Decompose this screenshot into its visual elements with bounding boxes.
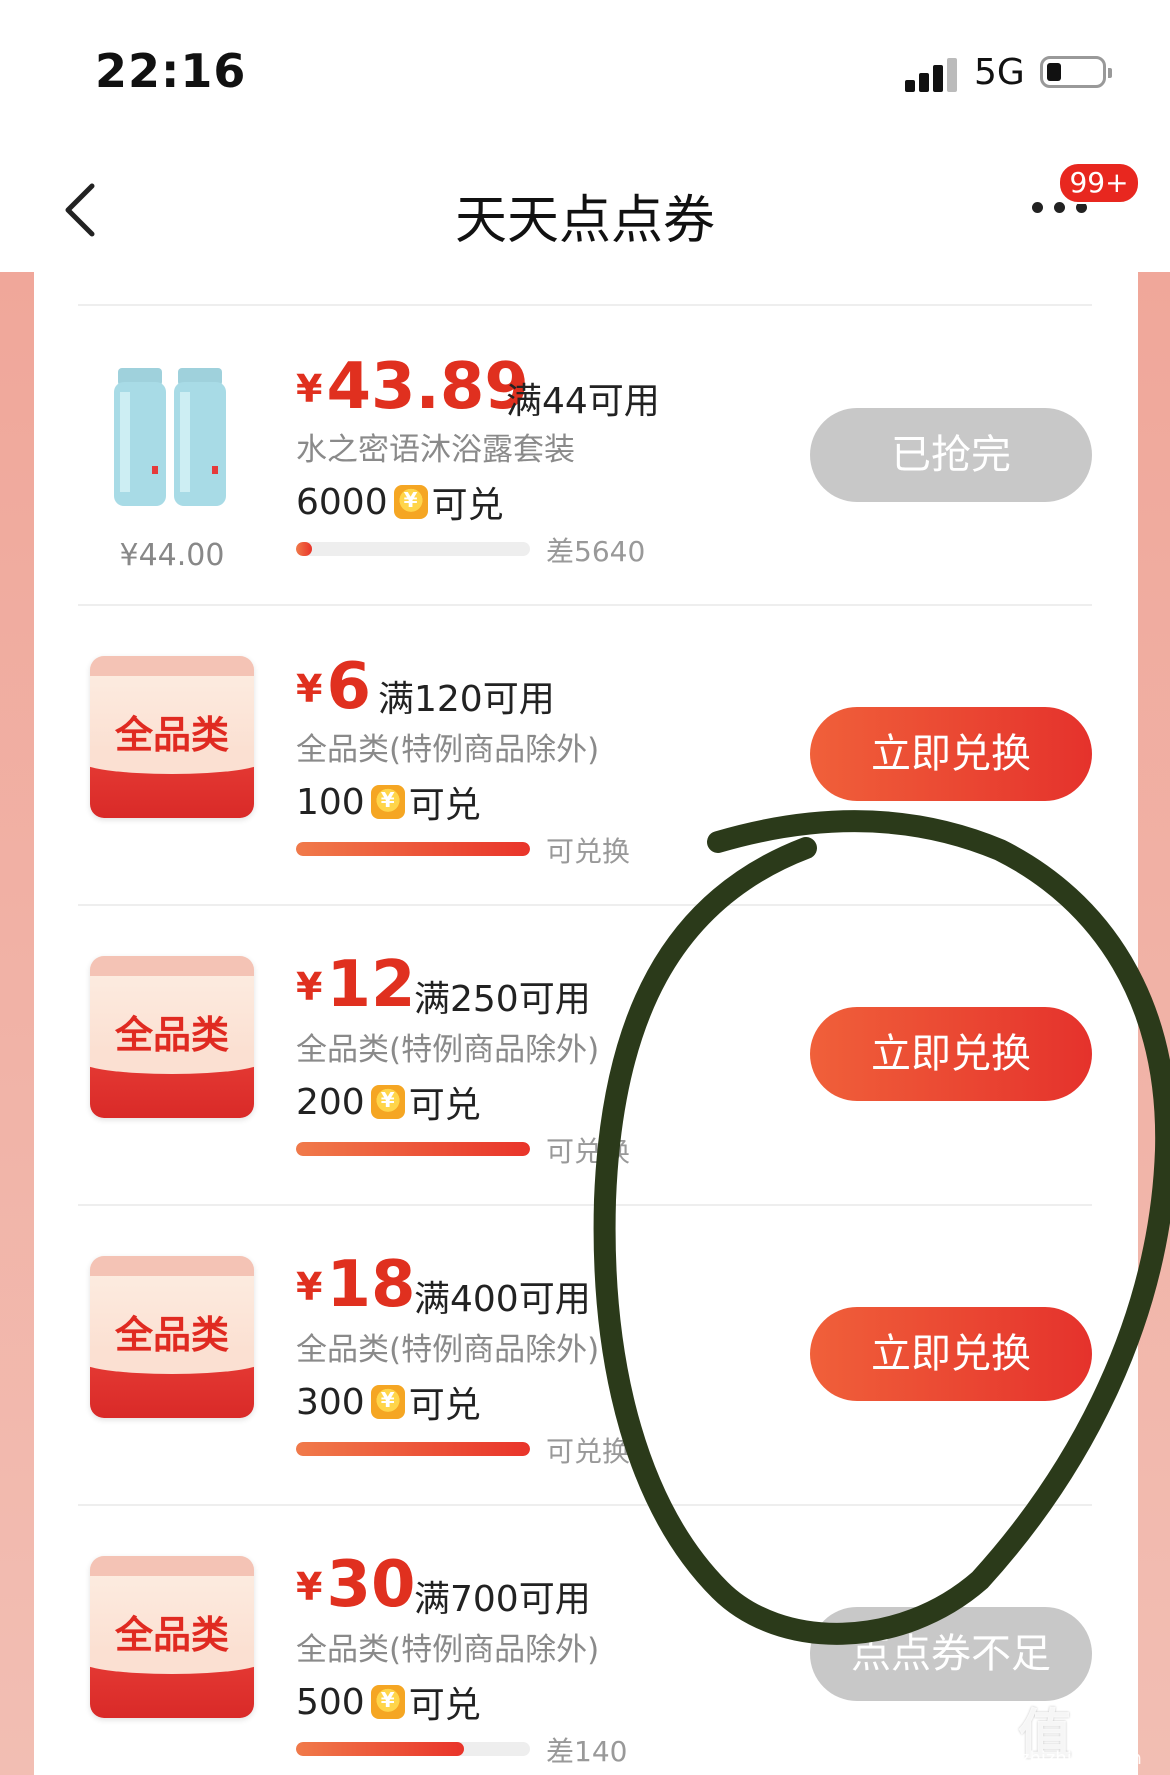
nav-bar: 天天点点券 99+ [0, 140, 1170, 272]
exchange-cost: 500可兑 [296, 1676, 481, 1728]
coin-icon [370, 1085, 405, 1119]
coupon-price: ¥43.89 [296, 350, 529, 424]
coupon-category-icon: 全品类 [90, 956, 254, 1118]
sold-out-button[interactable]: 已抢完 [810, 408, 1092, 502]
status-bar: 22:16 5G [0, 0, 1170, 140]
exchange-now-button[interactable]: 立即兑换 [810, 1007, 1092, 1101]
coupon-threshold: 满700可用 [414, 1579, 591, 1620]
coupon-price: ¥30 [296, 1548, 416, 1622]
exchange-now-button[interactable]: 立即兑换 [810, 1307, 1092, 1401]
original-price: ¥44.00 [119, 538, 225, 573]
coupon-subtitle: 全品类(特例商品除外) [296, 1032, 600, 1068]
progress-text: 差140 [546, 1735, 628, 1768]
coupon-category-icon: 全品类 [90, 656, 254, 818]
coin-icon [393, 485, 428, 519]
progress-bar [296, 542, 530, 556]
page-title: 天天点点券 [454, 191, 715, 251]
progress-text: 差5640 [546, 535, 646, 568]
exchange-cost: 6000可兑 [296, 476, 504, 528]
progress-bar [296, 1442, 530, 1456]
progress-text: 可兑换 [546, 1135, 631, 1168]
exchange-cost: 300可兑 [296, 1376, 481, 1428]
coupon-price: ¥12 [296, 948, 416, 1022]
notification-badge: 99+ [1058, 162, 1140, 204]
progress-text: 可兑换 [546, 835, 631, 868]
coupon-threshold: 满250可用 [414, 979, 591, 1020]
coupon-category-icon: 全品类 [90, 1556, 254, 1718]
coupon-category-icon: 全品类 [90, 1256, 254, 1418]
progress-bar [296, 1742, 530, 1756]
list-item-coupon: 全品类 ¥6 满120可用 全品类(特例商品除外) 100可兑 可兑换 立即兑换 [0, 606, 1170, 904]
coupon-threshold: 满120可用 [378, 679, 555, 720]
signal-icon [905, 56, 959, 92]
coupon-subtitle: 全品类(特例商品除外) [296, 732, 600, 768]
exchange-now-button[interactable]: 立即兑换 [810, 707, 1092, 801]
coupon-subtitle: 全品类(特例商品除外) [296, 1332, 600, 1368]
list-item-product: ¥44.00 ¥43.89 满44可用 水之密语沐浴露套装 6000可兑 差56… [0, 306, 1170, 604]
status-time: 22:16 [95, 44, 247, 98]
insufficient-points-button[interactable]: 点点券不足 [810, 1607, 1092, 1701]
list-item-coupon: 全品类 ¥18 满400可用 全品类(特例商品除外) 300可兑 可兑换 立即兑… [0, 1206, 1170, 1504]
progress-text: 可兑换 [546, 1435, 631, 1468]
network-label: 5G [974, 52, 1025, 93]
progress-bar [296, 1142, 530, 1156]
list-item-coupon: 全品类 ¥12 满250可用 全品类(特例商品除外) 200可兑 可兑换 立即兑… [0, 906, 1170, 1204]
progress-bar [296, 842, 530, 856]
watermark-site: zhizhizhi.com [1020, 1748, 1142, 1769]
product-image[interactable] [90, 346, 254, 508]
coupon-subtitle: 全品类(特例商品除外) [296, 1632, 600, 1668]
coupon-subtitle: 水之密语沐浴露套装 [296, 432, 575, 468]
coin-icon [370, 1385, 405, 1419]
battery-icon [1040, 56, 1112, 88]
coupon-price: ¥6 [296, 650, 371, 724]
exchange-cost: 100可兑 [296, 776, 481, 828]
coin-icon [370, 785, 405, 819]
list-item-coupon: 全品类 ¥30 满700可用 全品类(特例商品除外) 500可兑 差140 点点… [0, 1506, 1170, 1775]
coupon-threshold: 满400可用 [414, 1279, 591, 1320]
exchange-cost: 200可兑 [296, 1076, 481, 1128]
coupon-threshold: 满44可用 [506, 381, 660, 422]
coin-icon [370, 1685, 405, 1719]
coupon-price: ¥18 [296, 1248, 416, 1322]
